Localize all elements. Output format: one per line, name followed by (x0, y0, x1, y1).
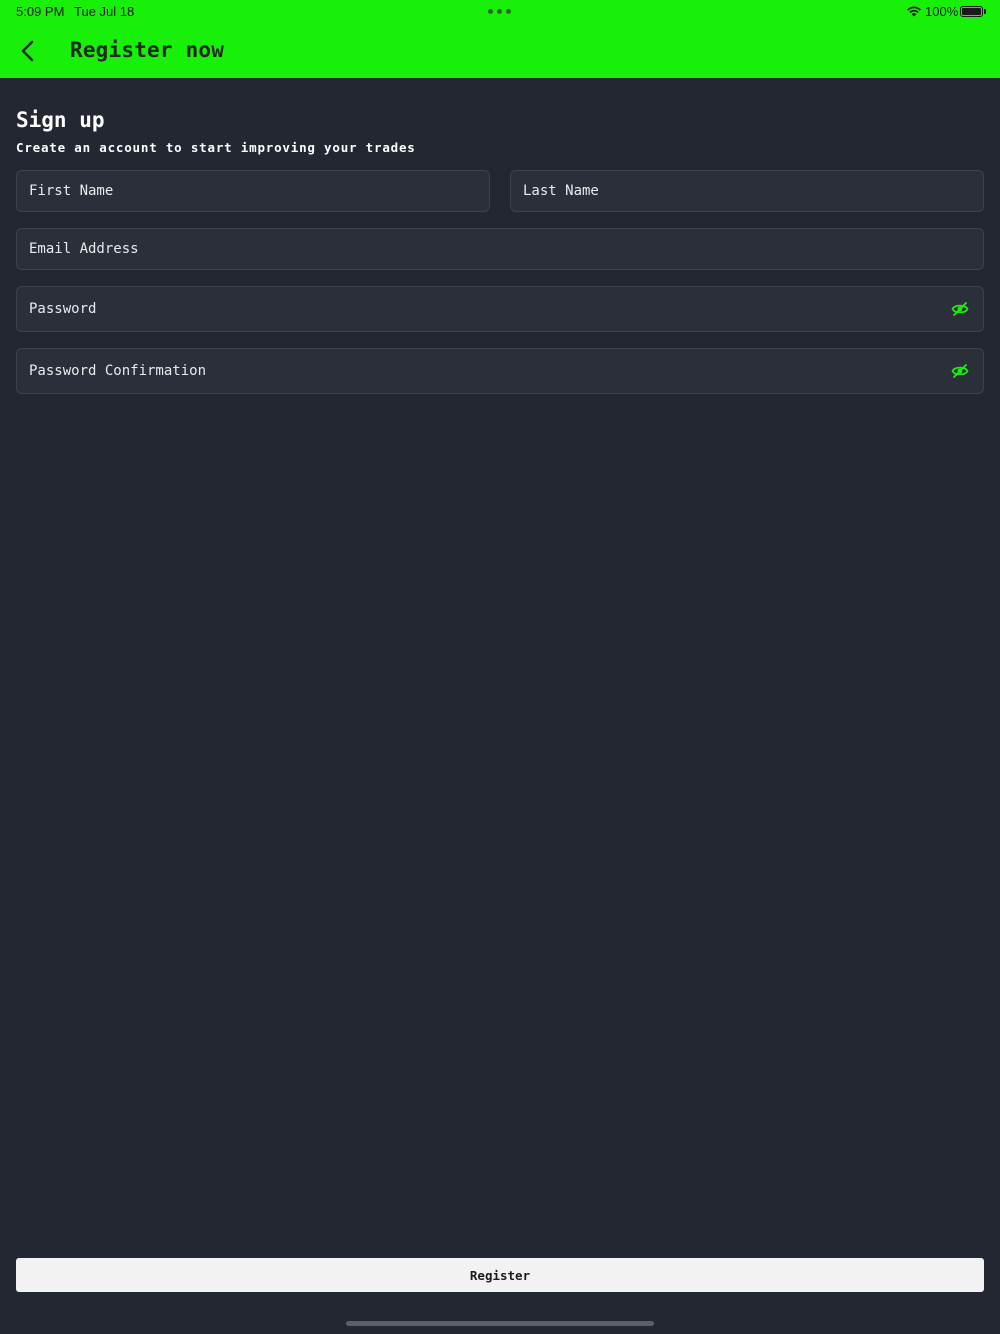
email-field[interactable] (16, 228, 984, 270)
first-name-input[interactable] (29, 183, 489, 199)
first-name-field[interactable] (16, 170, 490, 212)
wifi-icon (907, 6, 921, 17)
eye-off-icon[interactable] (951, 300, 969, 318)
last-name-field[interactable] (510, 170, 984, 212)
signup-subheading: Create an account to start improving you… (16, 140, 416, 155)
home-indicator[interactable] (346, 1321, 654, 1326)
password-confirmation-field[interactable] (16, 348, 984, 394)
signup-heading: Sign up (16, 108, 105, 132)
password-input[interactable] (29, 301, 983, 317)
last-name-input[interactable] (523, 183, 983, 199)
password-field[interactable] (16, 286, 984, 332)
status-bar: 5:09 PM Tue Jul 18 100% (0, 0, 1000, 24)
status-date: Tue Jul 18 (74, 4, 135, 19)
app-header: 5:09 PM Tue Jul 18 100% Register now (0, 0, 1000, 78)
page-title: Register now (70, 38, 225, 62)
email-input[interactable] (29, 241, 983, 257)
multitasking-dots-icon[interactable] (488, 9, 511, 14)
register-button[interactable]: Register (16, 1258, 984, 1292)
battery-percent: 100% (925, 4, 959, 19)
password-confirmation-input[interactable] (29, 363, 983, 379)
battery-icon (960, 6, 986, 17)
back-button[interactable] (16, 38, 40, 64)
status-time: 5:09 PM (16, 4, 65, 19)
eye-off-icon[interactable] (951, 362, 969, 380)
